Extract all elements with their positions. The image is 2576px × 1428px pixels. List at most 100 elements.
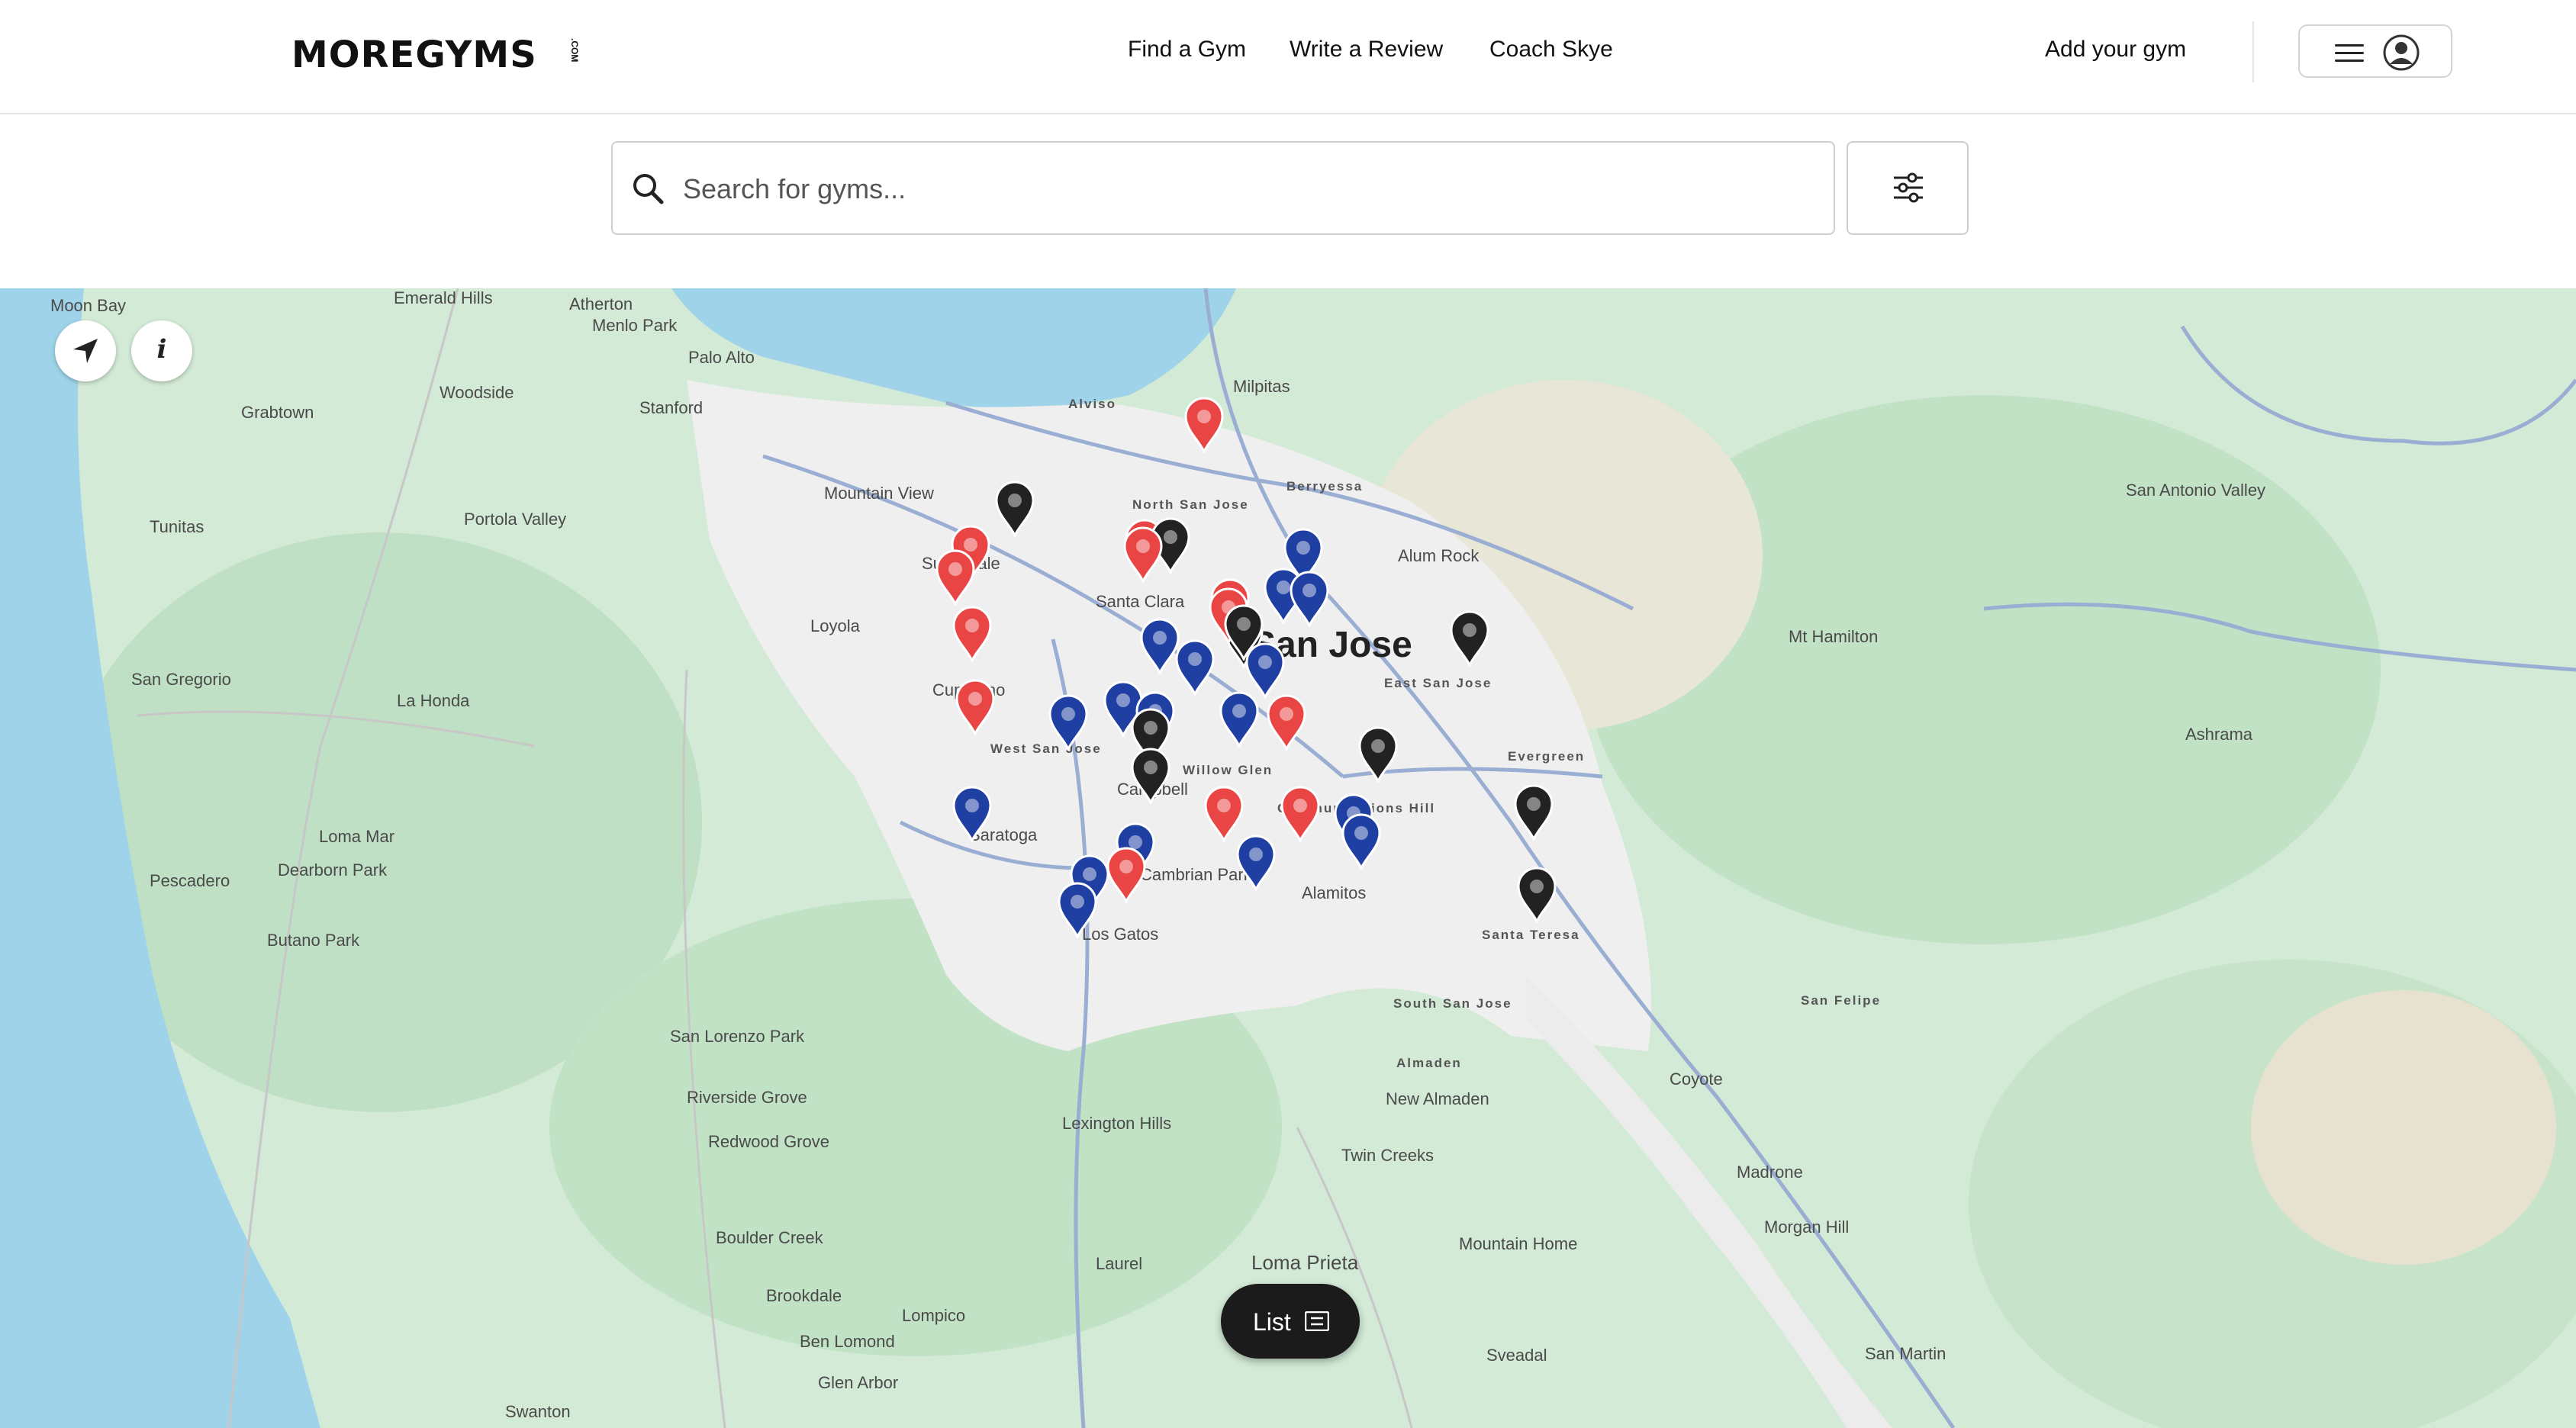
gym-pin-red[interactable]: [1279, 786, 1322, 844]
map-place-label: Loma Mar: [319, 827, 395, 846]
header-divider: [2252, 21, 2254, 82]
list-view-button[interactable]: List: [1221, 1284, 1360, 1359]
gym-pin-blue[interactable]: [1047, 694, 1090, 752]
list-icon: [1305, 1311, 1329, 1331]
map-place-label: North San Jose: [1132, 497, 1249, 512]
map-place-label: Moon Bay: [50, 296, 127, 315]
map-place-label: Alum Rock: [1398, 546, 1480, 565]
gym-pin-blue[interactable]: [951, 786, 993, 844]
map-place-label: Santa Clara: [1096, 592, 1185, 611]
gym-pin-blue[interactable]: [1340, 813, 1383, 871]
map-place-label: La Honda: [397, 691, 470, 710]
add-your-gym-link[interactable]: Add your gym: [2045, 37, 2186, 63]
account-menu-button[interactable]: [2298, 24, 2452, 78]
map-place-label: Loyola: [810, 616, 860, 635]
map-place-label: Emerald Hills: [394, 288, 493, 307]
gym-pin-black[interactable]: [1357, 726, 1399, 784]
map-place-label: Lompico: [902, 1306, 966, 1325]
gym-pin-black[interactable]: [993, 481, 1036, 539]
navigation-arrow-icon: [73, 339, 98, 363]
map-place-label: Riverside Grove: [687, 1088, 807, 1107]
map-place-label: Atherton: [569, 294, 633, 314]
hamburger-icon: [2335, 44, 2364, 67]
map-place-label: East San Jose: [1384, 676, 1492, 690]
map-place-label: Boulder Creek: [716, 1228, 823, 1247]
map-place-label: Mountain View: [824, 484, 934, 503]
gym-pin-blue[interactable]: [1056, 882, 1099, 940]
gym-pin-red[interactable]: [1122, 526, 1164, 584]
map-place-label: Willow Glen: [1183, 763, 1274, 777]
gym-pin-black[interactable]: [1222, 604, 1265, 662]
map-place-label: Grabtown: [241, 403, 314, 422]
map-place-label: New Almaden: [1386, 1089, 1489, 1108]
gym-pin-blue[interactable]: [1288, 571, 1331, 629]
map-place-label: Dearborn Park: [278, 860, 388, 880]
search-bar: [611, 141, 1835, 235]
map-place-label: San Felipe: [1801, 993, 1882, 1008]
map-place-label: Santa Teresa: [1482, 928, 1580, 942]
map-place-label: Morgan Hill: [1764, 1217, 1850, 1237]
sliders-icon: [1894, 172, 1923, 203]
gym-pin-blue[interactable]: [1174, 639, 1216, 697]
map-info-button[interactable]: i: [131, 320, 192, 381]
map-place-label: Alviso: [1068, 397, 1117, 411]
map-place-label: Glen Arbor: [818, 1373, 899, 1392]
map-place-label: Stanford: [639, 398, 704, 417]
gym-pin-black[interactable]: [1129, 748, 1172, 806]
map-place-label: Alamitos: [1302, 883, 1367, 902]
site-logo-suffix: .COM: [569, 38, 580, 63]
map-place-label: Milpitas: [1233, 377, 1290, 396]
map-place-label: Menlo Park: [592, 316, 678, 335]
search-input[interactable]: [681, 166, 1798, 213]
map-place-label: Lexington Hills: [1062, 1114, 1172, 1133]
map-place-label: Madrone: [1737, 1163, 1803, 1182]
map-place-label: Brookdale: [766, 1286, 842, 1305]
map-place-label: Woodside: [440, 383, 514, 402]
map-place-label: Portola Valley: [464, 510, 567, 529]
map-place-label: Sveadal: [1486, 1346, 1547, 1365]
gym-pin-black[interactable]: [1448, 610, 1491, 668]
map-place-label: San Antonio Valley: [2126, 481, 2266, 500]
nav-coach-skye[interactable]: Coach Skye: [1489, 37, 1613, 63]
map-place-label: Mt Hamilton: [1789, 627, 1879, 646]
gym-pin-blue[interactable]: [1218, 691, 1261, 749]
map-place-label: Evergreen: [1508, 749, 1586, 764]
map-place-label: Coyote: [1670, 1069, 1723, 1089]
gym-pin-red[interactable]: [951, 606, 993, 664]
gym-pin-red[interactable]: [934, 549, 977, 607]
map-place-label: Mountain Home: [1459, 1234, 1578, 1253]
filter-button[interactable]: [1847, 141, 1969, 235]
gym-pin-red[interactable]: [1105, 847, 1148, 905]
map-place-label: Butano Park: [267, 931, 360, 950]
gym-pin-red[interactable]: [1265, 694, 1308, 752]
map-place-label: Berryessa: [1286, 479, 1364, 494]
gym-pin-red[interactable]: [954, 679, 997, 737]
gym-pin-black[interactable]: [1512, 784, 1555, 842]
map-place-label: San Martin: [1865, 1344, 1946, 1363]
gym-pin-black[interactable]: [1515, 867, 1558, 925]
nav-write-a-review[interactable]: Write a Review: [1290, 37, 1443, 63]
site-logo[interactable]: MOREGYMS: [291, 34, 537, 76]
map-place-label: Twin Creeks: [1341, 1146, 1435, 1165]
gym-pin-red[interactable]: [1183, 397, 1225, 455]
map-place-label: Ben Lomond: [800, 1332, 895, 1351]
map-place-label: Redwood Grove: [708, 1132, 829, 1151]
gym-pin-blue[interactable]: [1235, 835, 1277, 892]
map-place-label: Swanton: [505, 1402, 571, 1421]
info-icon: i: [156, 334, 167, 365]
map-place-label: Almaden: [1396, 1056, 1462, 1070]
gym-pin-red[interactable]: [1203, 786, 1245, 844]
map-place-label: San Lorenzo Park: [670, 1027, 805, 1046]
map-place-label: Ashrama: [2185, 725, 2253, 744]
map-place-label: Loma Prieta: [1251, 1251, 1359, 1274]
map-place-label: Laurel: [1096, 1254, 1143, 1273]
locate-me-button[interactable]: [55, 320, 116, 381]
user-circle-icon: [2383, 34, 2420, 71]
gym-map[interactable]: i Moon Bay Emerald Hills Atherton Menlo …: [0, 288, 2576, 1428]
map-place-label: Tunitas: [150, 517, 204, 536]
nav-find-a-gym[interactable]: Find a Gym: [1128, 37, 1246, 63]
map-place-label: San Gregorio: [131, 670, 231, 689]
map-place-label: Palo Alto: [688, 348, 755, 367]
map-place-label: South San Jose: [1393, 996, 1512, 1011]
list-button-label: List: [1253, 1308, 1291, 1336]
